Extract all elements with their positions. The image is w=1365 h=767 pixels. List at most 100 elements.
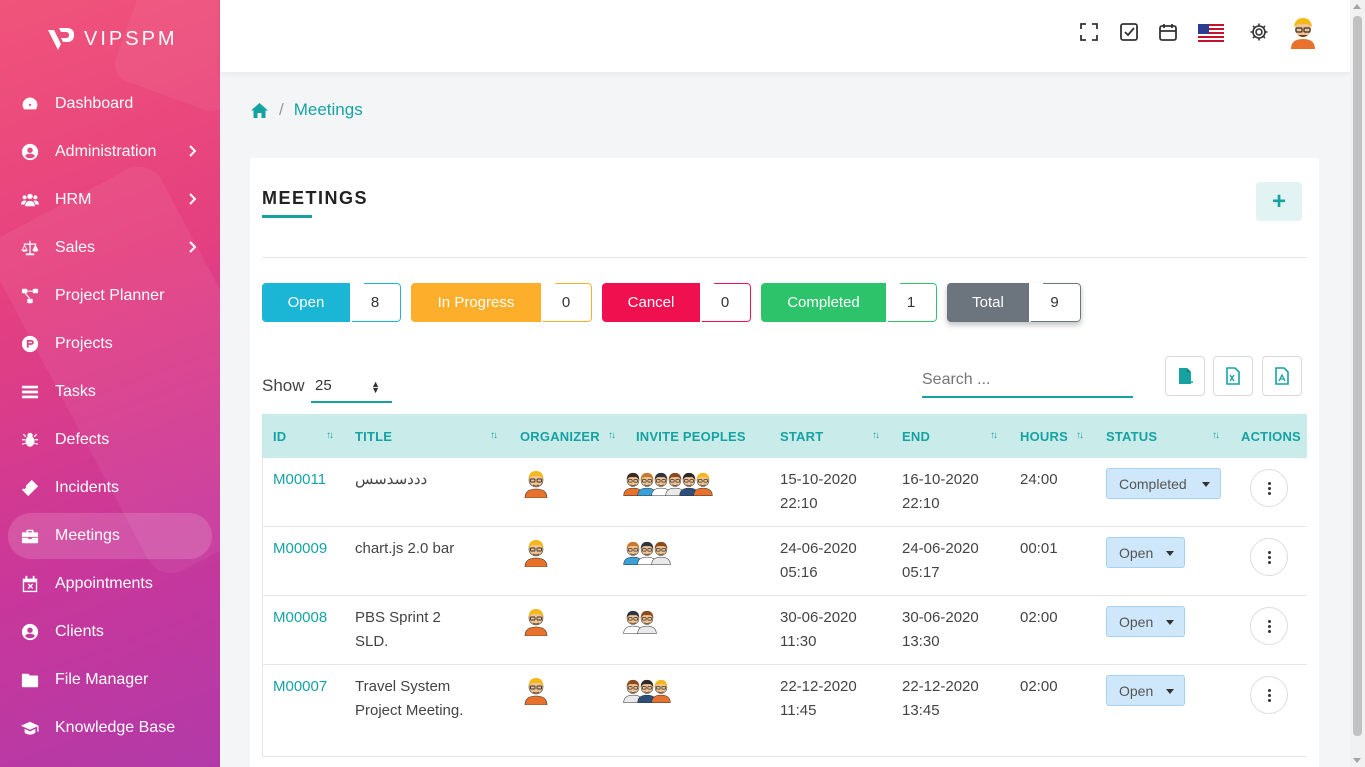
invitee-avatar-group[interactable]: [622, 537, 671, 567]
scroll-thumb[interactable]: [1353, 16, 1362, 736]
sort-icon[interactable]: ↑↓: [1076, 430, 1084, 441]
ticket-icon: [20, 478, 40, 498]
sidebar-item-file-manager[interactable]: File Manager: [8, 657, 212, 703]
app-logo[interactable]: VIPSPM: [46, 24, 178, 54]
sort-icon[interactable]: ↑↓: [990, 430, 998, 441]
invitee-avatar-group[interactable]: [622, 675, 671, 705]
breadcrumb-current[interactable]: Meetings: [294, 100, 363, 120]
settings-gear-icon[interactable]: [1247, 20, 1271, 44]
status-dropdown[interactable]: Open: [1106, 606, 1185, 637]
sidebar-item-knowledge-base[interactable]: Knowledge Base: [8, 705, 212, 751]
table-row[interactable]: M00009 chart.js 2.0 bar 24-06-2020 05:16 24-…: [262, 527, 1307, 596]
col-status[interactable]: STATUS: [1106, 414, 1157, 458]
sidebar-item-defects[interactable]: Defects: [8, 417, 212, 463]
sidebar-item-projects[interactable]: Projects: [8, 321, 212, 367]
col-end[interactable]: END: [902, 414, 930, 458]
us-flag-icon[interactable]: [1198, 24, 1224, 42]
sort-icon[interactable]: ↑↓: [326, 430, 334, 441]
status-dropdown[interactable]: Completed: [1106, 468, 1221, 499]
table-row[interactable]: M00008 PBS Sprint 2 SLD. 30-06-2020 11:30 30…: [262, 596, 1307, 665]
status-filter-total[interactable]: Total 9: [947, 283, 1081, 322]
organizer-avatar[interactable]: [523, 537, 549, 568]
sidebar-item-label: Dashboard: [55, 95, 134, 112]
meeting-id-link[interactable]: M00009: [273, 537, 327, 561]
sidebar-item-incidents[interactable]: Incidents: [8, 465, 212, 511]
sort-icon[interactable]: ↑↓: [608, 430, 616, 441]
caret-down-icon: [1166, 620, 1174, 625]
meeting-id-link[interactable]: M00008: [273, 606, 327, 630]
project-diagram-icon: [20, 286, 40, 306]
export-file-button[interactable]: [1165, 356, 1205, 396]
user-avatar[interactable]: [1288, 15, 1318, 49]
select-arrows-icon: ▲ ▼: [371, 379, 380, 395]
sidebar-item-project-planner[interactable]: Project Planner: [8, 273, 212, 319]
sidebar-item-label: Clients: [55, 623, 104, 640]
status-dropdown-label: Open: [1119, 613, 1154, 630]
row-actions-button[interactable]: [1250, 676, 1288, 714]
end-date: 22-12-2020: [902, 678, 979, 695]
status-dropdown[interactable]: Open: [1106, 537, 1185, 568]
export-pdf-button[interactable]: [1262, 356, 1302, 396]
status-filter-cancel[interactable]: Cancel 0: [602, 283, 751, 322]
search-input[interactable]: [922, 371, 1133, 389]
sidebar-item-meetings[interactable]: Meetings: [8, 513, 212, 559]
sidebar-item-label: HRM: [55, 191, 92, 208]
table-body: M00011 دددسدسس 15-10-2020 22:10 16-10-2020 22…: [262, 458, 1307, 757]
calendar-icon[interactable]: [1156, 20, 1180, 44]
organizer-avatar[interactable]: [523, 468, 549, 499]
col-title[interactable]: TITLE: [355, 414, 392, 458]
page-size-select[interactable]: 25 ▲ ▼: [311, 373, 392, 403]
table-row[interactable]: M00011 دددسدسس 15-10-2020 22:10 16-10-2020 22…: [262, 458, 1307, 527]
invitee-avatar[interactable]: [650, 675, 672, 705]
add-meeting-button[interactable]: +: [1256, 182, 1302, 221]
status-dropdown-label: Open: [1119, 544, 1154, 561]
home-icon[interactable]: [250, 102, 269, 119]
dashboard-icon: [20, 94, 40, 114]
sort-icon[interactable]: ↑↓: [490, 430, 498, 441]
row-actions-button[interactable]: [1250, 538, 1288, 576]
scroll-up-arrow-icon[interactable]: [1353, 4, 1361, 9]
sidebar-item-sales[interactable]: Sales: [8, 225, 212, 271]
sidebar-item-dashboard[interactable]: Dashboard: [8, 81, 212, 127]
invitee-avatar-group[interactable]: [622, 606, 657, 636]
scroll-down-arrow-icon[interactable]: [1353, 758, 1361, 763]
status-filter-in-progress[interactable]: In Progress 0: [411, 283, 592, 322]
organizer-avatar-image: [524, 471, 548, 499]
search-field[interactable]: [922, 368, 1133, 398]
col-start[interactable]: START: [780, 414, 823, 458]
invitee-avatar-image: [637, 610, 657, 634]
export-excel-button[interactable]: [1213, 356, 1253, 396]
status-dropdown[interactable]: Open: [1106, 675, 1185, 706]
meeting-id-link[interactable]: M00007: [273, 675, 327, 699]
col-hours[interactable]: HOURS: [1020, 414, 1068, 458]
sidebar-item-label: Incidents: [55, 479, 120, 496]
invitee-avatar[interactable]: [692, 468, 714, 498]
page-scrollbar[interactable]: [1350, 0, 1365, 767]
col-organizer[interactable]: ORGANIZER: [520, 414, 600, 458]
meeting-title: chart.js 2.0 bar: [355, 540, 455, 557]
fullscreen-icon[interactable]: [1077, 20, 1101, 44]
sort-icon[interactable]: ↑↓: [872, 430, 880, 441]
sidebar-item-administration[interactable]: Administration: [8, 129, 212, 175]
sidebar-item-label: Meetings: [55, 527, 120, 544]
status-filter-completed[interactable]: Completed 1: [761, 283, 937, 322]
task-check-icon[interactable]: [1117, 20, 1141, 44]
sidebar-item-clients[interactable]: Clients: [8, 609, 212, 655]
organizer-avatar[interactable]: [523, 675, 549, 706]
sidebar-item-appointments[interactable]: Appointments: [8, 561, 212, 607]
row-actions-button[interactable]: [1250, 469, 1288, 507]
folder-icon: [20, 670, 40, 690]
invitee-avatar-group[interactable]: [622, 468, 713, 498]
invitee-avatar[interactable]: [636, 606, 658, 636]
meeting-id-link[interactable]: M00011: [273, 468, 326, 492]
sidebar-item-tasks[interactable]: Tasks: [8, 369, 212, 415]
sidebar-item-hrm[interactable]: HRM: [8, 177, 212, 223]
sort-icon[interactable]: ↑↓: [1212, 430, 1220, 441]
invitee-avatar[interactable]: [650, 537, 672, 567]
status-filter-open[interactable]: Open 8: [262, 283, 401, 322]
sidebar-nav: Dashboard Administration HRM Sales Project P…: [8, 81, 212, 753]
organizer-avatar[interactable]: [523, 606, 549, 637]
col-id[interactable]: ID: [273, 414, 286, 458]
table-row[interactable]: M00007 Travel System Project Meeting. 22-1…: [262, 665, 1307, 757]
row-actions-button[interactable]: [1250, 607, 1288, 645]
